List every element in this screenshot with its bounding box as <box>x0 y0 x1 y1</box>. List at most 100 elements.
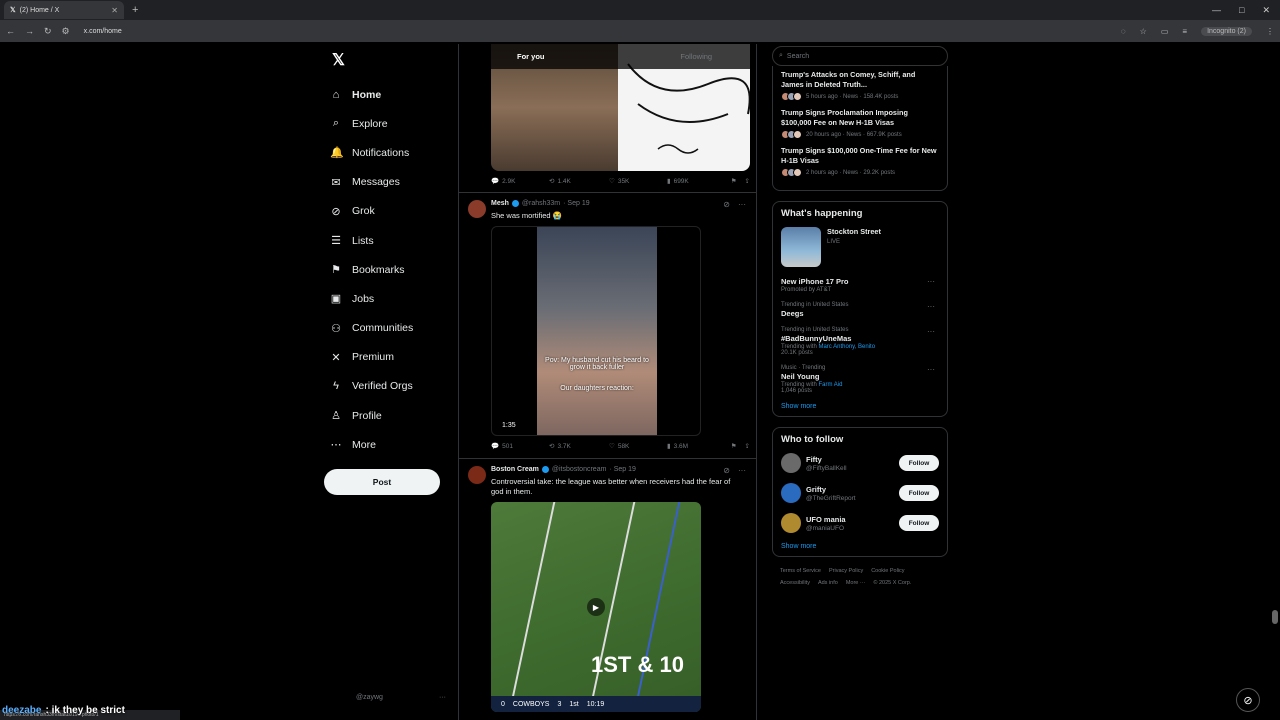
back-icon[interactable]: ← <box>6 26 15 36</box>
forward-icon[interactable]: → <box>25 26 34 36</box>
avatar[interactable] <box>468 200 486 218</box>
nav-item-verified-orgs[interactable]: ϟ Verified Orgs <box>324 372 458 401</box>
more-options-icon[interactable]: ··· <box>927 302 935 311</box>
footer-link[interactable]: Accessibility <box>780 580 810 586</box>
browser-menu-icon[interactable]: ⋮ <box>1266 27 1274 36</box>
trend-link[interactable]: Marc Anthony, Benito <box>818 344 875 350</box>
maximize-icon[interactable]: □ <box>1239 5 1244 16</box>
more-options-icon[interactable]: ··· <box>927 365 935 374</box>
trend-link[interactable]: Farm Aid <box>818 382 842 388</box>
show-more-link[interactable]: Show more <box>781 403 939 410</box>
tab-for-you[interactable]: For you <box>459 44 637 69</box>
bookmark-icon[interactable]: ⚑ <box>731 177 737 185</box>
repost-button[interactable]: ⟲ 1.4K <box>549 177 609 186</box>
reply-button[interactable]: 💬 501 <box>491 442 549 451</box>
views-button[interactable]: ▮ 3.6M <box>667 442 731 451</box>
tweet-date[interactable]: · Sep 19 <box>609 466 635 473</box>
footer-link[interactable]: Privacy Policy <box>829 568 863 574</box>
repost-button[interactable]: ⟲ 3.7K <box>549 442 609 451</box>
tweet-video[interactable]: Pov: My husband cut his beard to grow it… <box>491 226 701 436</box>
trend-item[interactable]: New iPhone 17 Pro Promoted by AT&T ··· <box>781 277 939 293</box>
author-handle[interactable]: @itsbostoncream <box>552 466 607 473</box>
grok-icon[interactable]: ⊘ <box>723 466 730 475</box>
author-name[interactable]: Mesh <box>491 200 509 207</box>
avatar[interactable] <box>468 466 486 484</box>
follow-suggestion[interactable]: UFO mania @maniaUFO Follow <box>781 513 939 533</box>
nav-item-lists[interactable]: ☰ Lists <box>324 226 458 255</box>
post-button[interactable]: Post <box>324 469 440 496</box>
grok-icon[interactable]: ⊘ <box>723 200 730 209</box>
follow-suggestion[interactable]: Grifty @TheGriftReport Follow <box>781 483 939 503</box>
footer-link[interactable]: © 2025 X Corp. <box>873 580 911 586</box>
share-icon[interactable]: ⇪ <box>745 442 750 450</box>
trend-item[interactable]: Music · Trending Neil Young Trending with … <box>781 365 939 394</box>
nav-item-home[interactable]: ⌂ Home <box>324 80 458 109</box>
x-logo-icon[interactable]: 𝕏 <box>332 50 458 70</box>
nav-item-profile[interactable]: ♙ Profile <box>324 401 458 430</box>
footer-link[interactable]: Terms of Service <box>780 568 821 574</box>
follow-button[interactable]: Follow <box>899 455 939 471</box>
news-item[interactable]: Trump's Attacks on Comey, Schiff, and Ja… <box>781 70 939 101</box>
bookmark-icon[interactable]: ⚑ <box>731 442 737 450</box>
feed-tabs: For you Following <box>459 44 756 69</box>
news-item[interactable]: Trump Signs Proclamation Imposing $100,0… <box>781 108 939 139</box>
like-button[interactable]: ♡ 35K <box>609 177 667 186</box>
reload-icon[interactable]: ↻ <box>44 26 52 37</box>
more-options-icon[interactable]: ··· <box>927 327 935 336</box>
site-info-icon[interactable]: ⚙ <box>62 26 70 37</box>
more-options-icon[interactable]: ··· <box>927 277 935 286</box>
news-item[interactable]: Trump Signs $100,000 One-Time Fee for Ne… <box>781 146 939 177</box>
reply-button[interactable]: 💬 2.9K <box>491 177 549 186</box>
more-options-icon[interactable]: ··· <box>738 200 746 209</box>
play-icon[interactable]: ▶ <box>587 598 605 616</box>
browser-toolbar: ← → ↻ ⚙ x.com/home ◌ ☆ ▭ ≡ Incognito (2)… <box>0 20 1280 42</box>
follow-suggestion[interactable]: Fifty @FiftyBallKell Follow <box>781 453 939 473</box>
nav-item-bookmarks[interactable]: ⚑ Bookmarks <box>324 255 458 284</box>
grok-fab-icon[interactable]: ⊘ <box>1236 688 1260 712</box>
follow-button[interactable]: Follow <box>899 515 939 531</box>
show-more-link[interactable]: Show more <box>781 543 939 550</box>
extensions-icon[interactable]: ≡ <box>1182 27 1187 36</box>
more-options-icon[interactable]: ··· <box>738 466 746 475</box>
tweet-video[interactable]: 1ST & 10 ▶ 0 COWBOYS 3 1st 10:19 <box>491 502 701 712</box>
trend-item[interactable]: Trending in United States Deegs ··· <box>781 302 939 318</box>
share-icon[interactable]: ⇪ <box>745 177 750 185</box>
live-event[interactable]: Stockton Street LIVE <box>781 227 939 267</box>
footer-link[interactable]: Ads info <box>818 580 838 586</box>
bookmark-star-icon[interactable]: ☆ <box>1140 27 1147 36</box>
follow-button[interactable]: Follow <box>899 485 939 501</box>
like-button[interactable]: ♡ 58K <box>609 442 667 451</box>
new-tab-button[interactable]: + <box>132 4 138 16</box>
nav-item-messages[interactable]: ✉ Messages <box>324 168 458 197</box>
views-button[interactable]: ▮ 699K <box>667 177 731 186</box>
more-icon[interactable]: ··· <box>439 694 446 701</box>
nav-item-communities[interactable]: ⚇ Communities <box>324 314 458 343</box>
nav-item-more[interactable]: ⋯ More <box>324 430 458 459</box>
tweet-date[interactable]: · Sep 19 <box>563 200 589 207</box>
nav-item-notifications[interactable]: 🔔 Notifications <box>324 138 458 167</box>
nav-item-premium[interactable]: ✕ Premium <box>324 343 458 372</box>
nav-item-jobs[interactable]: ▣ Jobs <box>324 284 458 313</box>
browser-tab[interactable]: 𝕏 (2) Home / X ✕ <box>4 1 124 19</box>
incognito-badge[interactable]: Incognito (2) <box>1201 26 1252 36</box>
avatar[interactable] <box>781 513 801 533</box>
nav-item-grok[interactable]: ⊘ Grok <box>324 197 458 226</box>
author-handle[interactable]: @rahsh33m <box>522 200 560 207</box>
nav-item-explore[interactable]: ⌕ Explore <box>324 109 458 138</box>
search-input[interactable]: ⌕ Search <box>772 46 948 66</box>
avatar[interactable] <box>781 453 801 473</box>
address-bar[interactable]: x.com/home <box>84 28 122 35</box>
footer-link[interactable]: Cookie Policy <box>871 568 904 574</box>
account-switcher[interactable]: @zaywg ··· <box>356 694 446 701</box>
close-window-icon[interactable]: ✕ <box>1262 5 1270 16</box>
tab-following[interactable]: Following <box>637 44 757 69</box>
close-tab-icon[interactable]: ✕ <box>111 6 118 15</box>
scrollbar[interactable] <box>1272 610 1278 624</box>
trend-item[interactable]: Trending in United States #BadBunnyUneMas… <box>781 327 939 356</box>
avatar[interactable] <box>781 483 801 503</box>
minimize-icon[interactable]: — <box>1212 5 1221 16</box>
tab-search-icon[interactable]: ▭ <box>1161 27 1169 36</box>
footer-link[interactable]: More ··· <box>846 580 866 586</box>
eye-off-icon[interactable]: ◌ <box>1121 27 1126 36</box>
author-name[interactable]: Boston Cream <box>491 466 539 473</box>
